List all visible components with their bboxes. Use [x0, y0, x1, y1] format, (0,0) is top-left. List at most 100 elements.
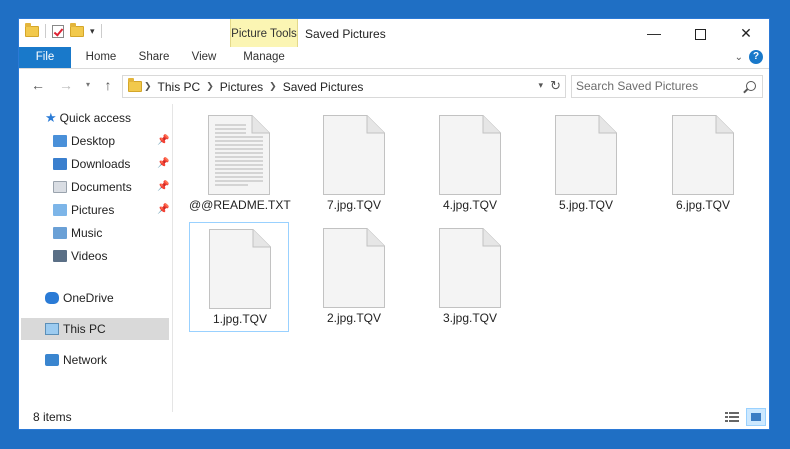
pin-icon[interactable]: 📌	[157, 181, 169, 192]
back-arrow-icon[interactable]: ←	[29, 74, 47, 96]
tab-view[interactable]: View	[184, 47, 224, 68]
network-icon	[45, 354, 59, 366]
file-name: 2.jpg.TQV	[326, 311, 382, 325]
tab-file[interactable]: File	[19, 47, 71, 68]
status-item-count: 8 items	[33, 410, 72, 424]
pin-icon[interactable]: 📌	[157, 204, 169, 215]
nav-desktop[interactable]: Desktop	[53, 130, 115, 152]
nav-videos[interactable]: Videos	[53, 245, 107, 267]
pin-icon[interactable]: 📌	[157, 158, 169, 169]
address-bar[interactable]: ❯ This PC ❯ Pictures ❯ Saved Pictures ▾ …	[122, 75, 566, 98]
breadcrumb-separator-icon[interactable]: ❯	[267, 81, 279, 92]
blank-file-icon	[672, 115, 734, 195]
recent-locations-chevron-icon[interactable]: ▾	[79, 74, 97, 96]
pictures-folder-icon	[53, 204, 67, 216]
file-name: 3.jpg.TQV	[442, 311, 498, 325]
breadcrumb-pictures[interactable]: Pictures	[216, 80, 267, 94]
nav-label: Pictures	[71, 203, 115, 217]
up-arrow-icon[interactable]: ↑	[99, 74, 117, 96]
file-item[interactable]: 7.jpg.TQV	[304, 109, 404, 219]
ribbon-tabs: File Home Share View Manage ⌄ ?	[19, 47, 769, 69]
maximize-button[interactable]	[677, 19, 723, 47]
text-document-icon	[208, 115, 270, 195]
nav-documents[interactable]: Documents	[53, 176, 132, 198]
file-item[interactable]: 6.jpg.TQV	[653, 109, 753, 219]
nav-network[interactable]: Network	[45, 349, 107, 371]
refresh-icon[interactable]: ↻	[550, 78, 561, 94]
address-folder-icon	[128, 78, 142, 92]
pin-icon[interactable]: 📌	[157, 135, 169, 146]
properties-icon[interactable]	[52, 24, 64, 38]
file-item[interactable]: 5.jpg.TQV	[536, 109, 636, 219]
window-title: Saved Pictures	[305, 27, 386, 41]
navigation-bar: ← → ▾ ↑ ❯ This PC ❯ Pictures ❯ Saved Pic…	[19, 72, 769, 100]
nav-label: Network	[63, 353, 108, 367]
help-icon[interactable]: ?	[749, 50, 763, 64]
file-name: 1.jpg.TQV	[212, 312, 268, 326]
picture-tools-context-label: Picture Tools	[230, 19, 298, 47]
file-name: 6.jpg.TQV	[675, 198, 731, 212]
nav-music[interactable]: Music	[53, 222, 102, 244]
file-name: @@README.TXT	[189, 198, 291, 212]
nav-label: This PC	[63, 322, 106, 336]
tab-manage[interactable]: Manage	[230, 47, 298, 68]
blank-file-icon	[439, 115, 501, 195]
forward-arrow-icon[interactable]: →	[57, 74, 75, 96]
pane-divider[interactable]	[172, 104, 173, 412]
quick-access-toolbar: ▾	[25, 22, 102, 38]
breadcrumb-saved-pictures[interactable]: Saved Pictures	[279, 80, 368, 94]
folder-icon	[25, 22, 39, 37]
file-item[interactable]: 4.jpg.TQV	[420, 109, 520, 219]
blank-file-icon	[209, 229, 271, 309]
file-name: 5.jpg.TQV	[558, 198, 614, 212]
breadcrumb-separator-icon[interactable]: ❯	[142, 81, 154, 92]
search-icon	[746, 81, 756, 91]
title-bar: ▾ Picture Tools Saved Pictures — ✕	[19, 19, 769, 47]
qat-separator	[100, 24, 102, 38]
tab-share[interactable]: Share	[132, 47, 176, 68]
file-name: 7.jpg.TQV	[326, 198, 382, 212]
nav-label: Desktop	[71, 134, 116, 148]
minimize-button[interactable]: —	[631, 19, 677, 47]
documents-folder-icon	[53, 181, 67, 193]
breadcrumb-separator-icon[interactable]: ❯	[204, 81, 216, 92]
customize-qat-dropdown-icon[interactable]: ▾	[90, 26, 95, 37]
file-item[interactable]: 3.jpg.TQV	[420, 222, 520, 332]
nav-this-pc[interactable]: This PC	[45, 318, 106, 340]
blank-file-icon	[555, 115, 617, 195]
file-item-focused[interactable]: 1.jpg.TQV	[189, 222, 289, 332]
nav-downloads[interactable]: Downloads	[53, 153, 130, 175]
nav-label: Quick access	[59, 111, 132, 125]
downloads-folder-icon	[53, 158, 67, 170]
nav-label: Documents	[71, 180, 132, 194]
new-folder-icon[interactable]	[70, 22, 84, 37]
file-item[interactable]: @@README.TXT	[189, 109, 291, 219]
this-pc-icon	[45, 323, 59, 335]
nav-label: Downloads	[71, 157, 131, 171]
expand-ribbon-chevron-icon[interactable]: ⌄	[735, 52, 743, 63]
blank-file-icon	[323, 228, 385, 308]
navigation-pane: ★ Quick access Desktop 📌 Downloads 📌 Doc…	[19, 104, 171, 404]
close-button[interactable]: ✕	[723, 19, 769, 47]
file-item[interactable]: 2.jpg.TQV	[304, 222, 404, 332]
videos-folder-icon	[53, 250, 67, 262]
details-view-icon[interactable]	[725, 411, 739, 424]
maximize-icon	[694, 28, 706, 40]
nav-label: Videos	[71, 249, 108, 263]
breadcrumb-this-pc[interactable]: This PC	[154, 80, 205, 94]
ribbon-right-controls: ⌄ ?	[735, 50, 763, 64]
nav-label: Music	[71, 226, 103, 240]
nav-quick-access[interactable]: ★ Quick access	[45, 107, 131, 129]
search-box[interactable]: Search Saved Pictures	[571, 75, 763, 98]
explorer-window: ▾ Picture Tools Saved Pictures — ✕ File …	[18, 18, 770, 430]
music-folder-icon	[53, 227, 67, 239]
nav-label: OneDrive	[63, 291, 114, 305]
nav-pictures[interactable]: Pictures	[53, 199, 114, 221]
star-icon: ★	[45, 110, 57, 125]
desktop-folder-icon	[53, 135, 67, 147]
address-dropdown-icon[interactable]: ▾	[538, 80, 543, 91]
nav-onedrive[interactable]: OneDrive	[45, 287, 114, 309]
tab-home[interactable]: Home	[78, 47, 124, 68]
large-icons-view-icon[interactable]	[746, 408, 766, 426]
blank-file-icon	[439, 228, 501, 308]
